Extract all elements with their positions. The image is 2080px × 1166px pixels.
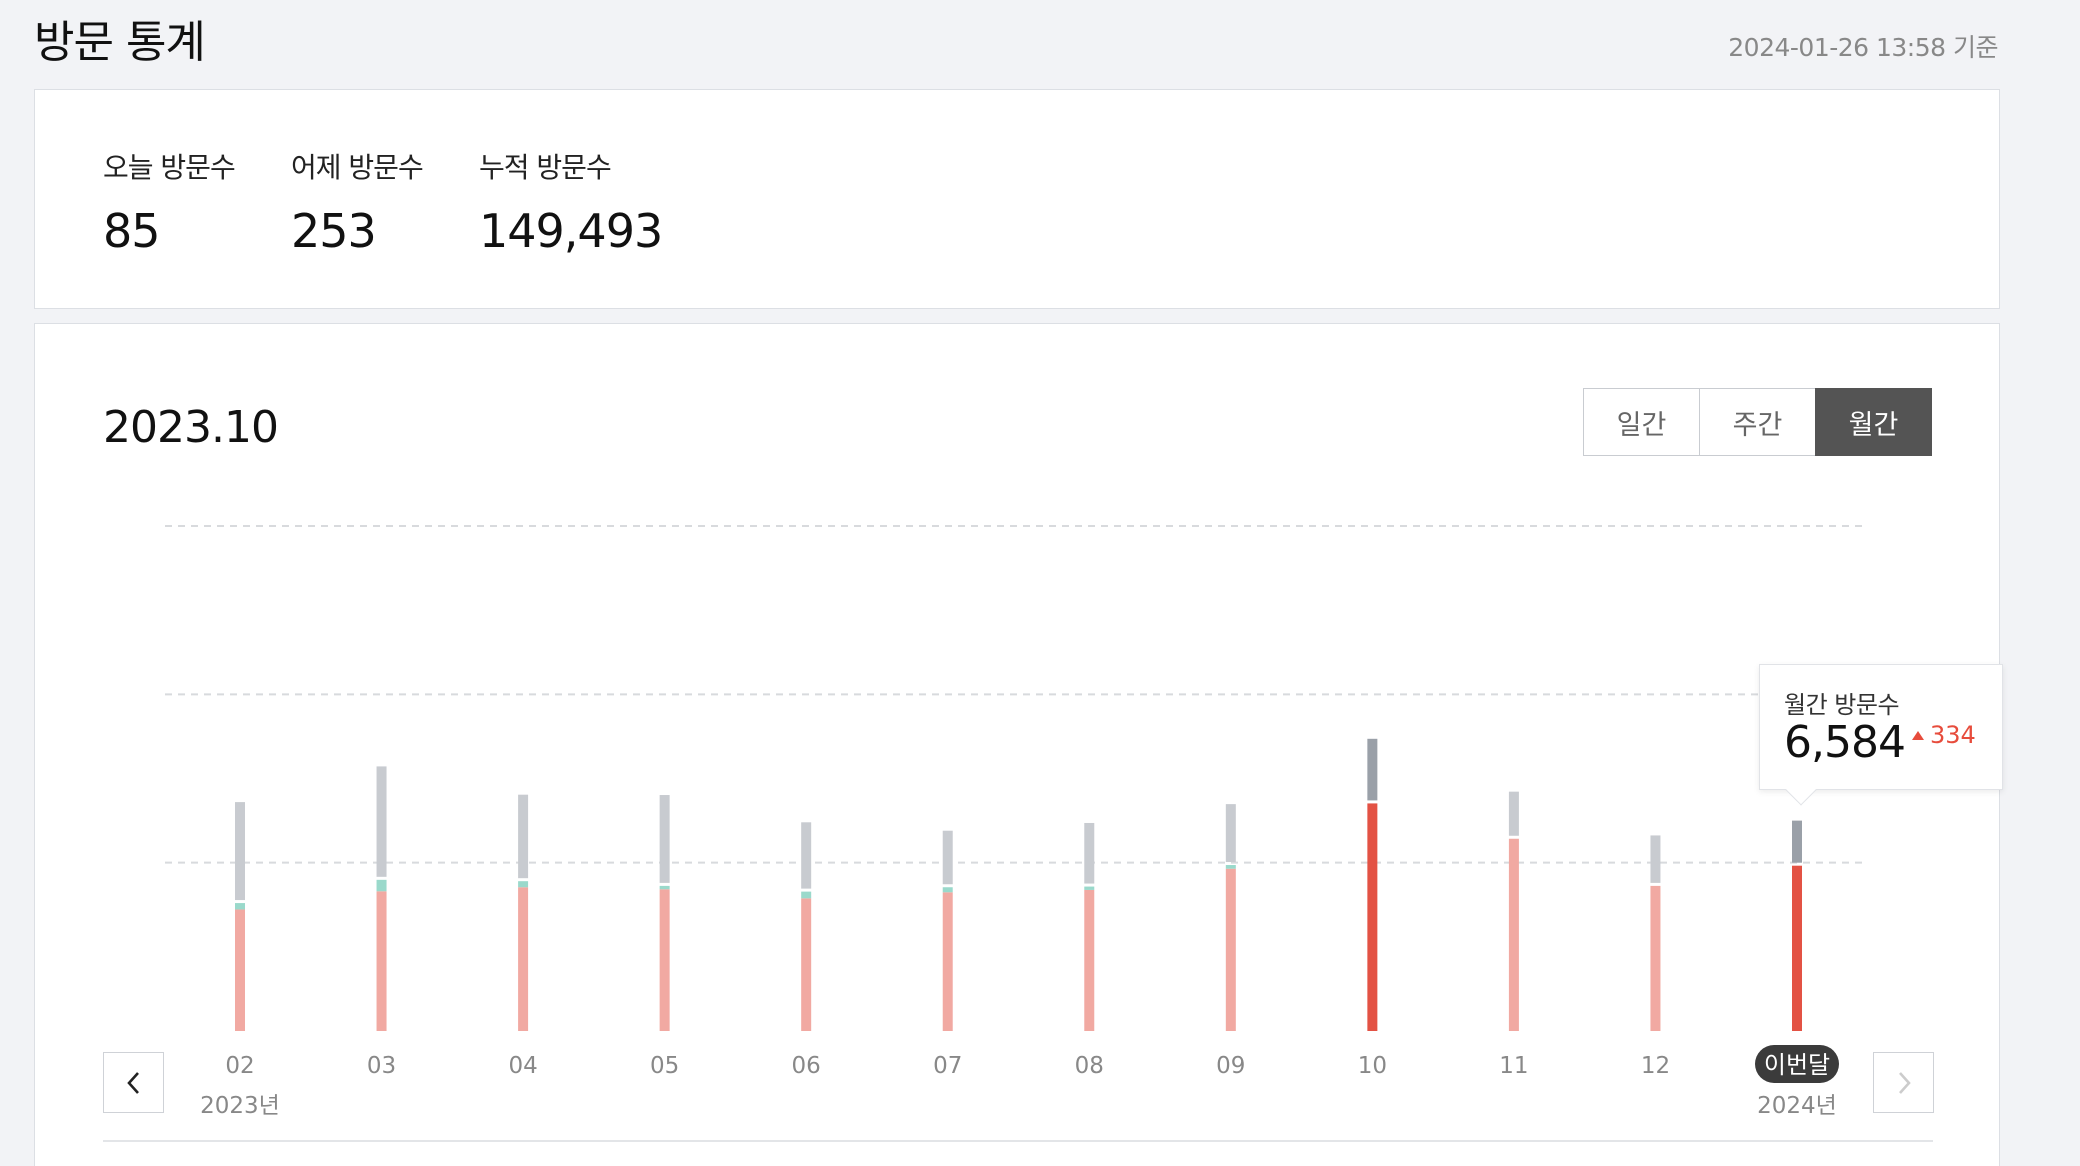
- chevron-right-icon: [1898, 1071, 1911, 1094]
- bar-segment-mid: [235, 903, 245, 910]
- stat-value: 85: [103, 204, 161, 258]
- next-period-button[interactable]: [1873, 1052, 1934, 1113]
- stat-label: 어제 방문수: [291, 151, 424, 184]
- page-title: 방문 통계: [34, 17, 206, 68]
- stat-value: 149,493: [479, 204, 663, 258]
- summary-card: 오늘 방문수 85 어제 방문수 253 누적 방문수 149,493: [34, 89, 2000, 309]
- bar-segment-main: [518, 887, 529, 1031]
- timestamp: 2024-01-26 13:58 기준: [1728, 33, 1998, 62]
- stat-value: 253: [291, 204, 377, 258]
- stat-label: 오늘 방문수: [103, 151, 236, 184]
- chart-card: 2023.10 일간 주간 월간 02 03 04 05 06 07 08 09 10 11 12 이…: [34, 323, 2003, 1166]
- bar-segment-top: [1650, 835, 1661, 883]
- x-tick-label: 05: [650, 1053, 679, 1079]
- bar-segment-main: [1367, 803, 1378, 1031]
- chart-tooltip: 월간 방문수 6,584 334: [1759, 664, 2003, 806]
- x-tick-label: 10: [1358, 1053, 1387, 1079]
- bar-segment-main: [942, 892, 953, 1031]
- bar-segment-mid: [518, 881, 529, 888]
- bar-segment-main: [801, 898, 812, 1031]
- stat-yesterday: 어제 방문수 253: [291, 146, 424, 258]
- bar-segment-mid: [942, 887, 953, 893]
- bar-segment-top: [1225, 804, 1236, 863]
- bar-segment-top: [1792, 820, 1802, 863]
- page: 방문 통계 2024-01-26 13:58 기준 오늘 방문수 85 어제 방…: [0, 0, 2080, 1166]
- x-tick-label: 이번달: [1764, 1051, 1830, 1079]
- tooltip-value: 6,584: [1784, 717, 1906, 768]
- bar-segment-main: [235, 909, 245, 1031]
- chevron-left-icon: [126, 1071, 139, 1094]
- stat-today: 오늘 방문수 85: [103, 146, 236, 258]
- chart-bottom-divider: [103, 1140, 1933, 1142]
- bar-segment-top: [659, 795, 670, 883]
- bar-segment-top: [1084, 822, 1095, 884]
- bar-segment-top: [1367, 738, 1378, 801]
- x-tick-label: 09: [1216, 1053, 1245, 1079]
- stat-label: 누적 방문수: [479, 151, 612, 184]
- x-tick-label: 12: [1641, 1053, 1670, 1079]
- bar-segment-main: [1792, 865, 1802, 1031]
- bar-segment-main: [1650, 885, 1661, 1031]
- x-year-label: 2024년: [1757, 1093, 1837, 1119]
- bar-segment-mid: [1225, 865, 1236, 869]
- x-tick-label: 08: [1075, 1053, 1104, 1079]
- x-year-label: 2023년: [200, 1093, 280, 1119]
- x-tick-label: 11: [1499, 1053, 1528, 1079]
- stat-total: 누적 방문수 149,493: [479, 146, 663, 258]
- bar-segment-main: [659, 889, 670, 1031]
- x-tick-label: 04: [508, 1053, 537, 1079]
- x-tick-label: 03: [367, 1053, 396, 1079]
- bar-segment-main: [1508, 838, 1519, 1031]
- bar-segment-mid: [376, 879, 387, 892]
- bar-segment-main: [1225, 868, 1236, 1031]
- bar-segment-mid: [801, 891, 812, 899]
- bar-segment-mid: [659, 885, 670, 890]
- x-tick-label: 07: [933, 1053, 962, 1079]
- bar-segment-top: [801, 822, 812, 889]
- tooltip-change-value: 334: [1930, 721, 1976, 749]
- bar-segment-main: [1084, 889, 1095, 1031]
- bar-segment-mid: [1084, 886, 1095, 890]
- bar-segment-top: [376, 766, 387, 877]
- tooltip-change: 334: [1912, 721, 1976, 749]
- x-tick-label: 02: [225, 1053, 254, 1079]
- bar-segment-main: [376, 891, 387, 1031]
- bar-segment-top: [518, 794, 529, 879]
- visits-bar-chart: 02 03 04 05 06 07 08 09 10 11 12 이번달 2023년 2024년: [165, 525, 1865, 1119]
- prev-period-button[interactable]: [103, 1052, 164, 1113]
- bar-segment-top: [1508, 791, 1519, 836]
- bar-segment-top: [942, 830, 953, 885]
- triangle-up-icon: [1912, 731, 1924, 740]
- x-tick-label: 06: [792, 1053, 821, 1079]
- bar-segment-top: [235, 802, 245, 901]
- tooltip-label: 월간 방문수: [1784, 691, 1900, 719]
